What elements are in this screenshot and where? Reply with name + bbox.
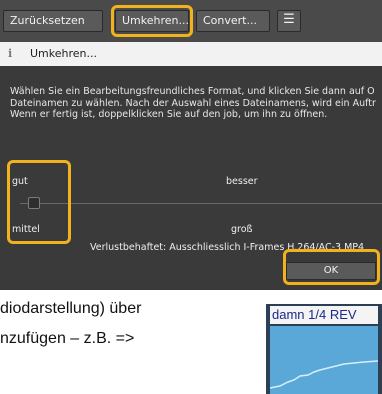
dialog-title: Umkehren... [30,47,97,60]
quality-label-high: besser [226,176,258,187]
info-icon: i [8,47,13,60]
size-label-high: groß [231,224,253,235]
dialog-title-bar: i Umkehren... [0,42,382,66]
waveform-icon [269,360,379,389]
convert-button[interactable]: Convert... [196,10,270,32]
menu-icon[interactable]: ☰ [277,10,301,32]
highlight-slider-labels [7,160,71,244]
reset-button[interactable]: Zurücksetzen [3,10,103,32]
waveform-area [269,326,379,394]
body-text-line-2: nzufügen – z.B. => [0,330,135,347]
body-text-line-1: diodarstellung) über [0,300,142,317]
dialog-description: Wählen Sie ein Bearbeitungsfreundliches … [10,86,382,121]
waveform-thumbnail: damn 1/4 REV [266,304,382,394]
description-line: Wenn er fertig ist, doppelklicken Sie au… [10,109,328,120]
description-line: Dateinamen zu wählen. Nach der Auswahl e… [10,97,376,109]
dialog-panel: Zurücksetzen Umkehren... Convert... ☰ i … [0,0,382,290]
highlight-ok-button [283,249,380,285]
thumbnail-label: damn 1/4 REV [270,306,378,324]
highlight-invert-button [111,5,193,37]
quality-slider-track[interactable] [20,203,382,204]
description-line: Wählen Sie ein Bearbeitungsfreundliches … [10,86,375,97]
